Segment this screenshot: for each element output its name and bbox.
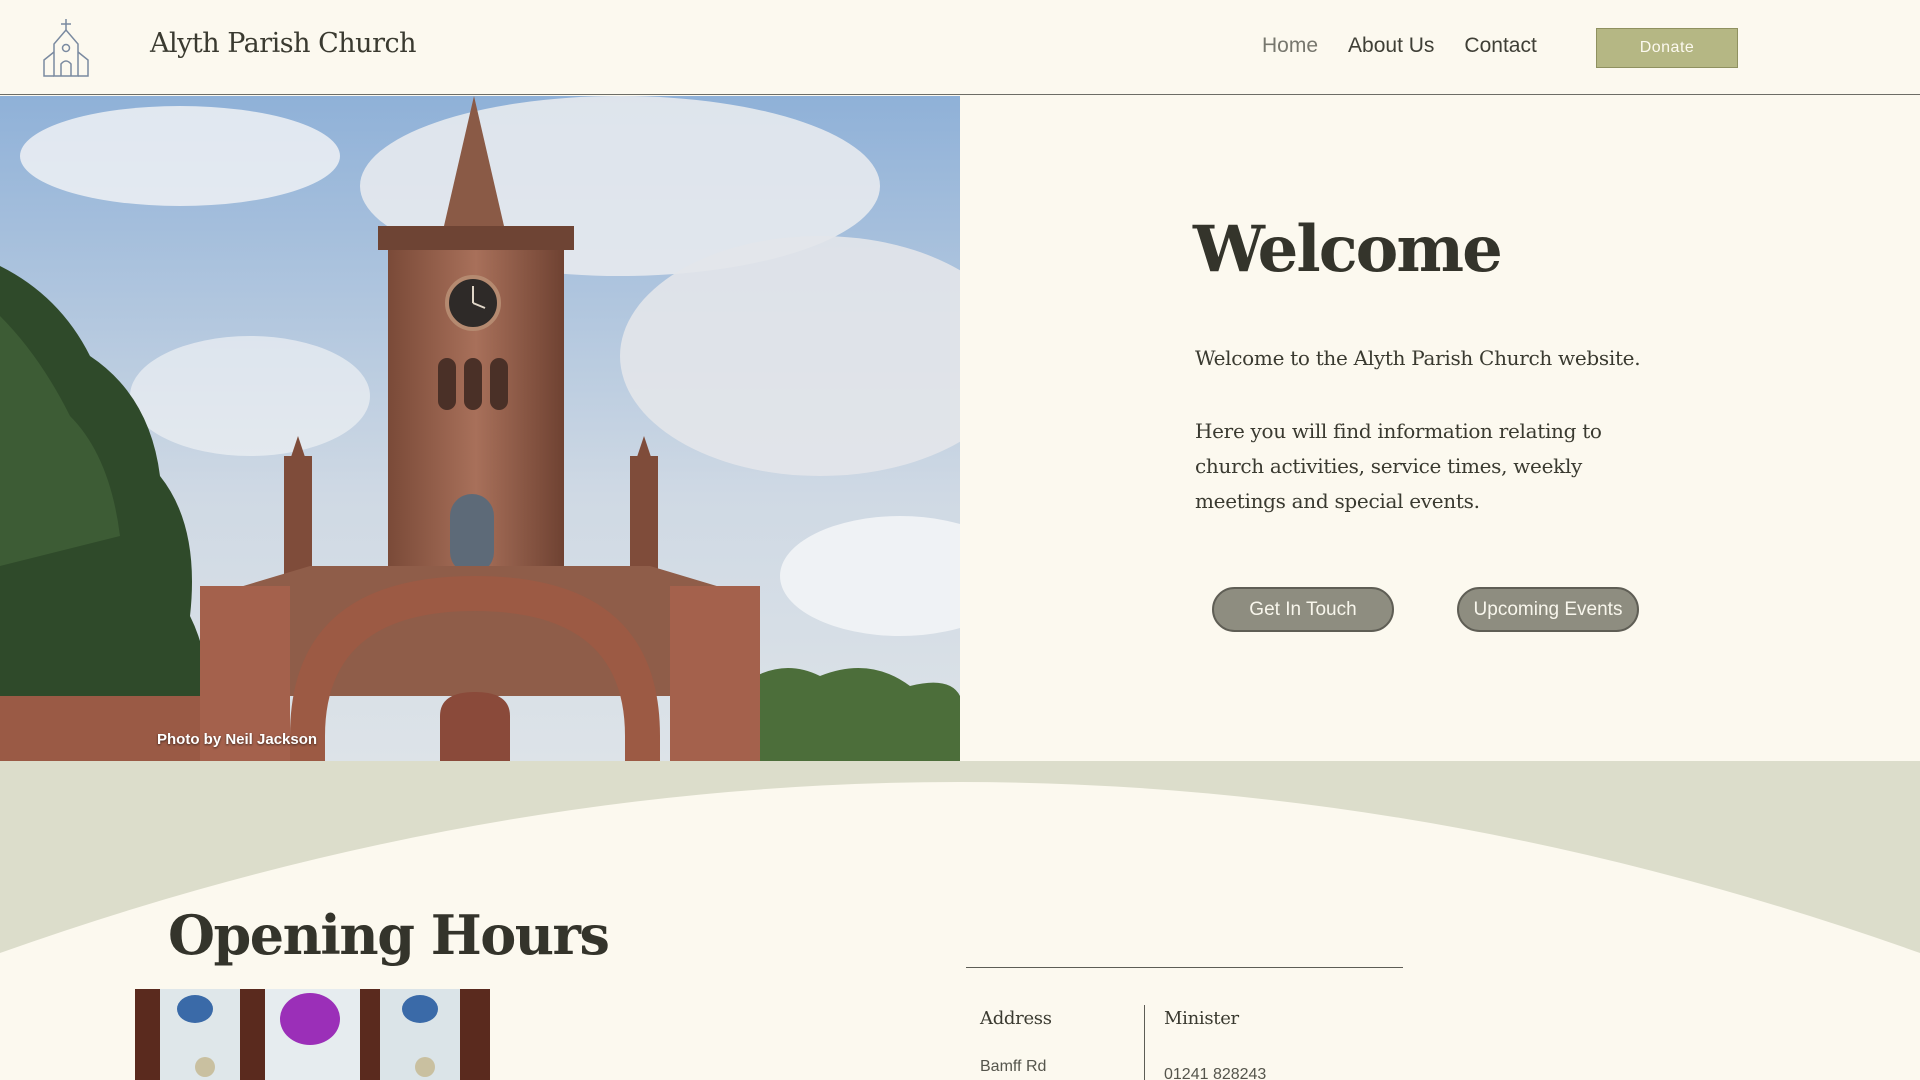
donate-button[interactable]: Donate: [1596, 28, 1738, 68]
welcome-description: Here you will find information relating …: [1195, 419, 1602, 513]
address-value: Bamff Rd: [980, 1058, 1047, 1075]
photo-credit: Photo by Neil Jackson: [157, 731, 318, 748]
welcome-intro: Welcome to the Alyth Parish Church websi…: [1195, 346, 1641, 370]
get-in-touch-button[interactable]: Get In Touch: [1212, 587, 1394, 632]
welcome-heading: Welcome: [1193, 212, 1503, 287]
nav-about-us[interactable]: About Us: [1348, 34, 1434, 58]
stained-glass-image: [135, 989, 490, 1080]
opening-hours-heading: Opening Hours: [168, 903, 610, 967]
nav-contact[interactable]: Contact: [1464, 34, 1536, 58]
site-title[interactable]: Alyth Parish Church: [150, 28, 416, 59]
upcoming-events-button[interactable]: Upcoming Events: [1457, 587, 1639, 632]
minister-phone[interactable]: 01241 828243: [1164, 1066, 1266, 1080]
site-header: Alyth Parish Church Home About Us Contac…: [0, 0, 1920, 95]
main-nav: Home About Us Contact: [1262, 34, 1567, 58]
church-icon[interactable]: [42, 18, 90, 78]
nav-home[interactable]: Home: [1262, 34, 1318, 58]
church-photo: Photo by Neil Jackson: [0, 96, 960, 761]
info-column-divider: [1144, 1005, 1145, 1080]
info-divider: [966, 967, 1403, 968]
address-heading: Address: [980, 1008, 1052, 1029]
minister-heading: Minister: [1164, 1008, 1239, 1029]
